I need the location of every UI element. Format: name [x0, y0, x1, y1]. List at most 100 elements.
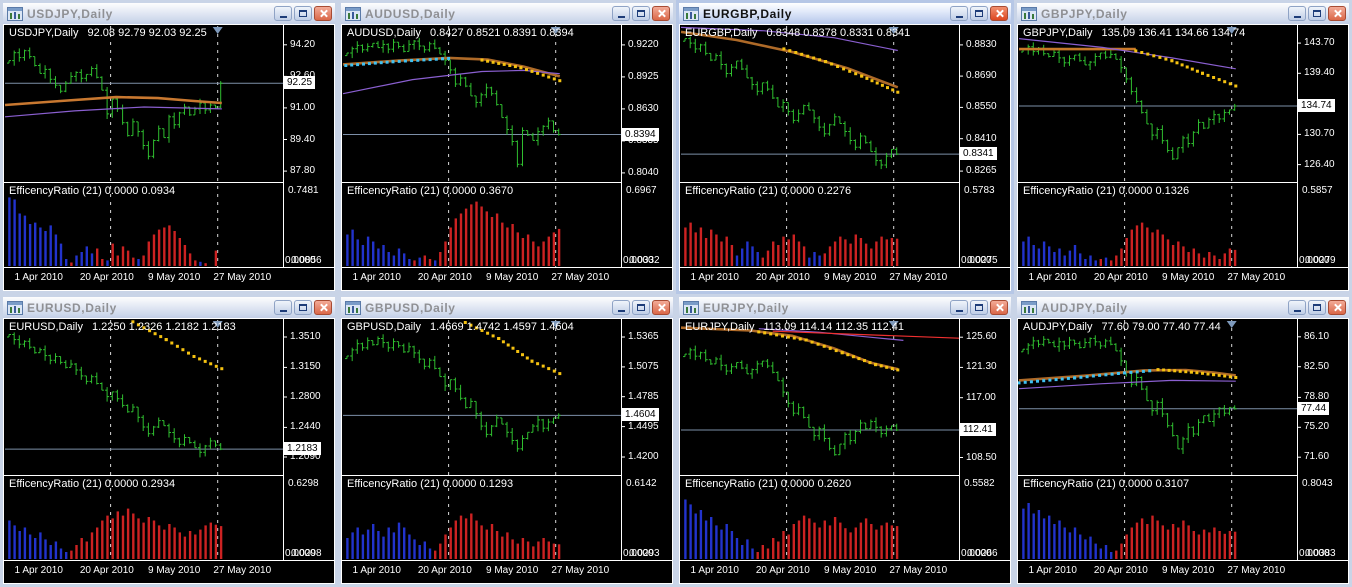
- current-price-badge: 92.25: [284, 76, 316, 90]
- price-tick-label: 89.40: [290, 133, 316, 145]
- chart-icon[interactable]: [683, 300, 699, 315]
- chart-area[interactable]: EURJPY,Daily 113.09 114.14 112.35 112.41 …: [679, 318, 1011, 584]
- chart-ohlc-values: 0.8348 0.8378 0.8331 0.8341: [766, 27, 911, 39]
- close-button[interactable]: [990, 6, 1008, 21]
- price-tick-label: 121.30: [966, 361, 997, 373]
- maximize-button[interactable]: [632, 6, 650, 21]
- chart-symbol-label: AUDJPY,Daily: [1023, 321, 1093, 333]
- chart-icon[interactable]: [7, 6, 23, 21]
- window-titlebar[interactable]: GBPUSD,Daily: [341, 297, 673, 318]
- indicator-max-label: 0.5857: [1302, 185, 1333, 196]
- price-tick-label: 143.70: [1304, 37, 1335, 49]
- maximize-button[interactable]: [294, 300, 312, 315]
- close-icon: [995, 303, 1004, 312]
- minimize-button[interactable]: [612, 300, 630, 315]
- chart-area[interactable]: EURGBP,Daily 0.8348 0.8378 0.8331 0.8341 …: [679, 24, 1011, 291]
- minimize-icon: [617, 310, 625, 312]
- current-price-badge: 1.4604: [622, 408, 659, 422]
- chart-area[interactable]: USDJPY,Daily 92.08 92.79 92.03 92.25 Effi…: [3, 24, 335, 291]
- chart-area[interactable]: GBPJPY,Daily 135.09 136.41 134.66 134.74 …: [1017, 24, 1349, 291]
- chart-area[interactable]: GBPUSD,Daily 1.4669 1.4742 1.4597 1.4604 …: [341, 318, 673, 584]
- maximize-button[interactable]: [970, 6, 988, 21]
- close-icon: [1333, 9, 1342, 18]
- chart-icon[interactable]: [345, 6, 361, 21]
- window-titlebar[interactable]: AUDJPY,Daily: [1017, 297, 1349, 318]
- x-axis-label: 9 May 2010: [824, 272, 877, 283]
- chart-symbol-label: AUDUSD,Daily: [347, 27, 421, 39]
- maximize-button[interactable]: [970, 300, 988, 315]
- window-title: EURGBP,Daily: [703, 6, 793, 21]
- mdi-workspace: USDJPY,Daily USDJPY,Daily 92.08 92.79 92.…: [0, 0, 1352, 587]
- maximize-icon: [299, 304, 307, 311]
- window-controls: [274, 6, 332, 21]
- chart-ohlc-readout: AUDUSD,Daily 0.8427 0.8521 0.8391 0.8394: [347, 27, 574, 39]
- close-button[interactable]: [1328, 300, 1346, 315]
- window-title: GBPJPY,Daily: [1041, 6, 1128, 21]
- x-axis-label: 1 Apr 2010: [690, 272, 739, 283]
- x-axis-label: 1 Apr 2010: [1028, 565, 1077, 576]
- chart-icon[interactable]: [1021, 300, 1037, 315]
- x-axis-label: 20 Apr 2010: [417, 272, 472, 283]
- chart-window: GBPUSD,Daily GBPUSD,Daily 1.4669 1.4742 1…: [338, 294, 676, 587]
- minimize-button[interactable]: [1288, 6, 1306, 21]
- minimize-button[interactable]: [1288, 300, 1306, 315]
- chart-icon[interactable]: [1021, 6, 1037, 21]
- chart-area[interactable]: EURUSD,Daily 1.2250 1.2326 1.2182 1.2183 …: [3, 318, 335, 584]
- minimize-button[interactable]: [274, 6, 292, 21]
- x-axis-label: 1 Apr 2010: [352, 272, 401, 283]
- window-controls: [950, 6, 1008, 21]
- close-button[interactable]: [652, 300, 670, 315]
- minimize-icon: [1293, 310, 1301, 312]
- close-icon: [657, 9, 666, 18]
- chart-ohlc-values: 92.08 92.79 92.03 92.25: [87, 27, 207, 39]
- close-icon: [657, 303, 666, 312]
- close-button[interactable]: [652, 6, 670, 21]
- window-controls: [612, 6, 670, 21]
- minimize-button[interactable]: [274, 300, 292, 315]
- x-axis-label: 9 May 2010: [148, 272, 201, 283]
- close-button[interactable]: [1328, 6, 1346, 21]
- close-button[interactable]: [314, 300, 332, 315]
- chart-ohlc-readout: EURGBP,Daily 0.8348 0.8378 0.8331 0.8341: [685, 27, 910, 39]
- maximize-button[interactable]: [632, 300, 650, 315]
- minimize-button[interactable]: [950, 6, 968, 21]
- chart-area[interactable]: AUDJPY,Daily 77.60 79.00 77.40 77.44 Effi…: [1017, 318, 1349, 584]
- maximize-button[interactable]: [1308, 6, 1326, 21]
- window-controls: [1288, 6, 1346, 21]
- current-price-badge: 1.2183: [284, 442, 321, 456]
- chart-icon[interactable]: [345, 300, 361, 315]
- window-titlebar[interactable]: AUDUSD,Daily: [341, 3, 673, 24]
- indicator-max-label: 0.6142: [626, 478, 657, 489]
- chart-symbol-label: EURJPY,Daily: [685, 321, 755, 333]
- indicator-max-label: 0.5783: [964, 185, 995, 196]
- window-titlebar[interactable]: EURJPY,Daily: [679, 297, 1011, 318]
- chart-area[interactable]: AUDUSD,Daily 0.8427 0.8521 0.8391 0.8394 …: [341, 24, 673, 291]
- maximize-button[interactable]: [1308, 300, 1326, 315]
- current-price-badge: 112.41: [960, 423, 996, 436]
- window-titlebar[interactable]: EURGBP,Daily: [679, 3, 1011, 24]
- chart-icon[interactable]: [7, 300, 23, 315]
- close-button[interactable]: [990, 300, 1008, 315]
- window-titlebar[interactable]: USDJPY,Daily: [3, 3, 335, 24]
- close-icon: [995, 9, 1004, 18]
- chart-ohlc-values: 1.2250 1.2326 1.2182 1.2183: [91, 321, 236, 333]
- x-axis-label: 9 May 2010: [486, 565, 539, 576]
- x-axis-label: 27 May 2010: [1227, 565, 1286, 576]
- indicator-label: EfficencyRatio (21) 0.0000 0.3670: [347, 185, 514, 197]
- window-titlebar[interactable]: GBPJPY,Daily: [1017, 3, 1349, 24]
- maximize-button[interactable]: [294, 6, 312, 21]
- indicator-min-label: 0.0383: [1305, 548, 1336, 559]
- chart-canvas: [341, 318, 673, 584]
- maximize-icon: [1313, 304, 1321, 311]
- chart-canvas: [341, 24, 673, 291]
- chart-window: EURJPY,Daily EURJPY,Daily 113.09 114.14 1…: [676, 294, 1014, 587]
- minimize-button[interactable]: [612, 6, 630, 21]
- close-button[interactable]: [314, 6, 332, 21]
- chart-window: AUDUSD,Daily AUDUSD,Daily 0.8427 0.8521 0…: [338, 0, 676, 294]
- window-titlebar[interactable]: EURUSD,Daily: [3, 297, 335, 318]
- minimize-button[interactable]: [950, 300, 968, 315]
- x-axis-label: 1 Apr 2010: [14, 272, 63, 283]
- chart-icon[interactable]: [683, 6, 699, 21]
- chart-ohlc-readout: EURUSD,Daily 1.2250 1.2326 1.2182 1.2183: [9, 321, 236, 333]
- x-axis-label: 27 May 2010: [1227, 272, 1286, 283]
